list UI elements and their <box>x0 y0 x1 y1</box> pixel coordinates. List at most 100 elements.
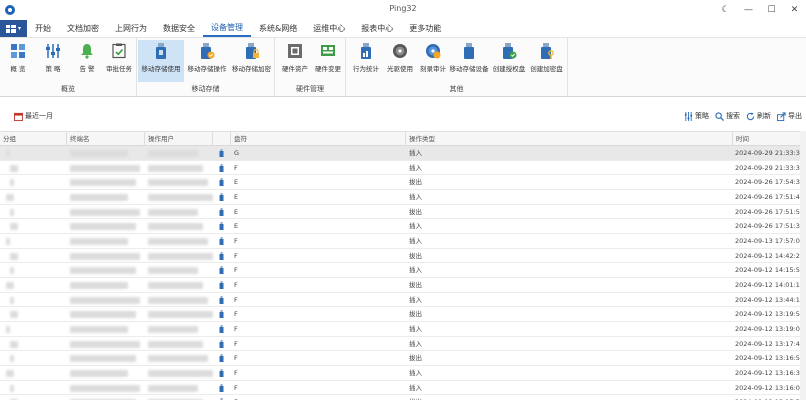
usb-drive-icon <box>219 192 224 201</box>
table-row[interactable]: E 拔出 2024-09-26 17:51:52 <box>0 205 806 220</box>
alert-button[interactable]: 告 警 <box>72 40 102 82</box>
table-row[interactable]: F 插入 2024-09-29 21:33:36 <box>0 161 806 176</box>
table-row[interactable]: F 插入 2024-09-12 13:19:09 <box>0 322 806 337</box>
export-button[interactable]: 导出 <box>777 111 802 121</box>
operation-type: 拔出 <box>409 280 422 289</box>
group-redacted <box>10 179 14 187</box>
search-button[interactable]: 搜索 <box>715 111 740 121</box>
operation-time: 2024-09-12 14:01:15 <box>735 280 805 289</box>
usb-encrypt-label: 移动存储加密 <box>232 65 271 73</box>
table-row[interactable]: E 拔出 2024-09-26 17:54:37 <box>0 175 806 190</box>
table-row[interactable]: F 拔出 2024-09-12 13:16:51 <box>0 351 806 366</box>
menu-tab-data-security[interactable]: 数据安全 <box>155 20 203 37</box>
group-redacted <box>10 296 14 304</box>
group-redacted <box>10 223 18 231</box>
create-auth-disk-button[interactable]: 创建授权盘 <box>491 40 527 82</box>
optical-drive-button[interactable]: 光驱使用 <box>383 40 417 82</box>
behavior-stats-button[interactable]: 行为统计 <box>349 40 383 82</box>
table-row[interactable]: F 插入 2024-09-12 13:44:13 <box>0 293 806 308</box>
usb-stats-icon <box>357 42 375 60</box>
drive-letter: F <box>234 236 238 245</box>
column-header-time[interactable]: 时间 <box>733 132 806 146</box>
table-row[interactable]: F 插入 2024-09-12 13:17:45 <box>0 337 806 352</box>
menu-tab-report-center[interactable]: 报表中心 <box>353 20 401 37</box>
table-row[interactable]: F 插入 2024-09-13 17:57:00 <box>0 234 806 249</box>
column-header-user[interactable]: 操作用户 <box>145 132 213 146</box>
user-redacted <box>148 311 213 319</box>
refresh-button[interactable]: 刷新 <box>746 111 771 121</box>
table-row[interactable]: F 插入 2024-09-12 13:16:08 <box>0 381 806 396</box>
table-row[interactable]: F 拔出 2024-09-12 13:19:52 <box>0 307 806 322</box>
drive-letter: G <box>234 149 240 157</box>
table-row[interactable]: E 插入 2024-09-26 17:51:46 <box>0 190 806 205</box>
column-header-group[interactable]: 分组 <box>0 132 67 146</box>
usb-drive-icon <box>219 383 224 392</box>
vertical-scrollbar[interactable] <box>800 131 806 400</box>
app-menu-button[interactable]: ▾ <box>0 20 27 37</box>
hardware-change-icon <box>319 42 337 60</box>
create-auth-disk-label: 创建授权盘 <box>492 65 526 73</box>
terminal-redacted <box>70 252 140 260</box>
close-button[interactable]: ✕ <box>783 0 806 20</box>
table-row[interactable]: F 拔出 2024-09-12 14:42:25 <box>0 249 806 264</box>
hardware-change-button[interactable]: 硬件变更 <box>312 40 344 82</box>
create-encrypt-disk-button[interactable]: 创建加密盘 <box>528 40 565 82</box>
usb-usage-label: 移动存储使用 <box>141 65 181 73</box>
column-header-icon[interactable] <box>213 132 231 146</box>
menu-tab-web-behavior[interactable]: 上网行为 <box>107 20 155 37</box>
policy-label: 策 略 <box>45 65 61 73</box>
table-row[interactable]: F 插入 2024-09-12 13:16:35 <box>0 366 806 381</box>
usb-devices-button[interactable]: 移动存储设备 <box>449 40 489 82</box>
title-bar: Ping32 ☾ — ☐ ✕ <box>0 0 806 20</box>
usb-encrypt-button[interactable]: 移动存储加密 <box>230 40 273 82</box>
operation-type: 插入 <box>409 149 422 157</box>
table-row[interactable]: F 拔出 2024-09-12 14:01:15 <box>0 278 806 293</box>
hardware-assets-button[interactable]: 硬件资产 <box>279 40 311 82</box>
usb-device-icon <box>460 42 478 60</box>
approval-task-button[interactable]: 审批任务 <box>103 40 135 82</box>
operation-type: 拔出 <box>409 178 422 187</box>
calendar-icon <box>14 112 23 121</box>
strategy-button[interactable]: 策略 <box>684 111 709 121</box>
usb-drive-icon <box>219 149 224 157</box>
column-header-operation[interactable]: 操作类型 <box>406 132 733 146</box>
user-redacted <box>148 208 198 216</box>
menu-tab-doc-encrypt[interactable]: 文档加密 <box>59 20 107 37</box>
ribbon-group-overview: 概 览 策 略 告 警 审批任务 概览 <box>0 38 137 96</box>
usb-usage-button[interactable]: 移动存储使用 <box>138 40 184 82</box>
terminal-redacted <box>70 325 128 333</box>
app-menu-icon <box>5 24 16 33</box>
column-header-drive[interactable]: 盘符 <box>231 132 406 146</box>
terminal-redacted <box>70 296 140 304</box>
table-row[interactable]: F 拔出 2024-09-12 13:15:52 <box>0 395 806 400</box>
usb-drive-icon <box>219 310 224 319</box>
table-body: G 插入 2024-09-29 21:33:37 F 插入 2024-09-29 21:3… <box>0 146 806 400</box>
table-row[interactable]: F 插入 2024-09-12 14:15:58 <box>0 263 806 278</box>
menu-tab-start[interactable]: 开始 <box>27 20 59 37</box>
minimize-button[interactable]: — <box>737 0 760 20</box>
usb-lock-icon <box>243 42 261 60</box>
maximize-button[interactable]: ☐ <box>760 0 783 20</box>
overview-button[interactable]: 概 览 <box>3 40 33 82</box>
table-row[interactable]: E 插入 2024-09-26 17:51:32 <box>0 219 806 234</box>
terminal-redacted <box>70 281 128 289</box>
policy-button[interactable]: 策 略 <box>38 40 68 82</box>
hardware-assets-label: 硬件资产 <box>282 65 308 73</box>
alert-label: 告 警 <box>79 65 95 73</box>
table-row[interactable]: G 插入 2024-09-29 21:33:37 <box>0 146 806 161</box>
terminal-redacted <box>70 311 136 319</box>
menu-tab-device-mgmt[interactable]: 设备管理 <box>203 20 251 37</box>
date-range-button[interactable]: 最近一月 <box>14 111 53 121</box>
column-header-terminal[interactable]: 终端名 <box>67 132 145 146</box>
operation-type: 拔出 <box>409 251 422 260</box>
operation-type: 插入 <box>409 383 422 392</box>
usb-operation-button[interactable]: 移动存储操作 <box>185 40 229 82</box>
terminal-redacted <box>70 267 136 275</box>
operation-time: 2024-09-26 17:51:32 <box>735 222 805 231</box>
burn-audit-button[interactable]: 刻录审计 <box>416 40 450 82</box>
menu-tab-more[interactable]: 更多功能 <box>401 20 449 37</box>
user-redacted <box>148 369 213 377</box>
menu-tab-system-network[interactable]: 系统&网络 <box>251 20 305 37</box>
theme-toggle-icon[interactable]: ☾ <box>714 0 737 20</box>
menu-tab-ops-center[interactable]: 运维中心 <box>305 20 353 37</box>
